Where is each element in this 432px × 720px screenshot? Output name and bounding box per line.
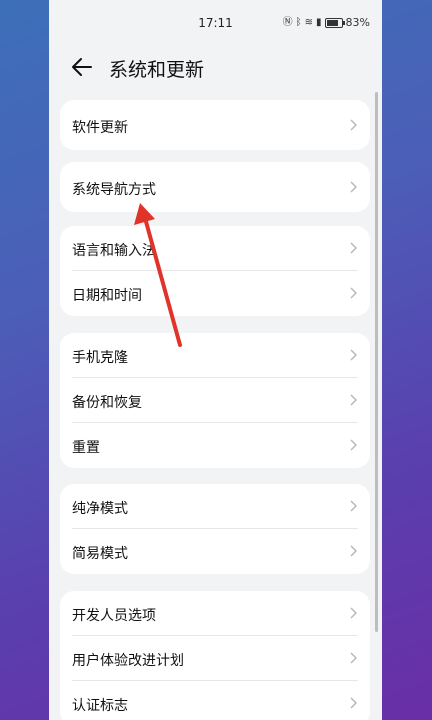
settings-item-certification-marks[interactable]: 认证标志 bbox=[60, 681, 370, 720]
item-label: 重置 bbox=[72, 440, 100, 456]
item-label: 简易模式 bbox=[72, 546, 128, 562]
settings-item-phone-clone[interactable]: 手机克隆 bbox=[60, 333, 370, 378]
chevron-right-icon bbox=[350, 607, 357, 619]
signal-icon: ▮ bbox=[316, 16, 322, 28]
item-label: 日期和时间 bbox=[72, 288, 142, 304]
settings-item-date-time[interactable]: 日期和时间 bbox=[60, 271, 370, 316]
settings-item-reset[interactable]: 重置 bbox=[60, 423, 370, 468]
chevron-right-icon bbox=[350, 439, 357, 451]
page-title: 系统和更新 bbox=[109, 59, 205, 81]
settings-item-language-input[interactable]: 语言和输入法 bbox=[60, 226, 370, 271]
item-label: 开发人员选项 bbox=[72, 608, 156, 624]
scrollbar[interactable] bbox=[375, 92, 378, 632]
battery-percent: 83% bbox=[345, 16, 370, 29]
item-label: 备份和恢复 bbox=[72, 395, 142, 411]
settings-card: 系统导航方式 bbox=[60, 162, 370, 212]
chevron-right-icon bbox=[350, 181, 357, 193]
back-arrow-icon[interactable] bbox=[69, 54, 95, 80]
settings-card: 语言和输入法 日期和时间 bbox=[60, 226, 370, 316]
settings-item-system-navigation[interactable]: 系统导航方式 bbox=[60, 162, 370, 212]
chevron-right-icon bbox=[350, 394, 357, 406]
battery-icon bbox=[324, 17, 345, 28]
chevron-right-icon bbox=[350, 545, 357, 557]
item-label: 手机克隆 bbox=[72, 350, 128, 366]
chevron-right-icon bbox=[350, 287, 357, 299]
item-label: 系统导航方式 bbox=[72, 182, 156, 198]
nfc-icon: Ⓝ bbox=[282, 16, 293, 28]
chevron-right-icon bbox=[350, 242, 357, 254]
chevron-right-icon bbox=[350, 652, 357, 664]
item-label: 纯净模式 bbox=[72, 501, 128, 517]
chevron-right-icon bbox=[350, 697, 357, 709]
settings-card: 软件更新 bbox=[60, 100, 370, 150]
settings-card: 纯净模式 简易模式 bbox=[60, 484, 370, 574]
phone-screen: 17:11 Ⓝ ᛒ ≋ ▮ 83% 系统和更新 软件更新 系统导航方式 语言和输… bbox=[49, 0, 382, 720]
settings-item-backup-restore[interactable]: 备份和恢复 bbox=[60, 378, 370, 423]
item-label: 认证标志 bbox=[72, 698, 128, 714]
item-label: 用户体验改进计划 bbox=[72, 653, 184, 669]
settings-item-developer-options[interactable]: 开发人员选项 bbox=[60, 591, 370, 636]
item-label: 软件更新 bbox=[72, 120, 128, 136]
status-icons: Ⓝ ᛒ ≋ ▮ 83% bbox=[283, 16, 370, 29]
wifi-icon: ≋ bbox=[304, 16, 314, 28]
chevron-right-icon bbox=[350, 500, 357, 512]
bluetooth-icon: ᛒ bbox=[295, 16, 302, 28]
settings-card: 手机克隆 备份和恢复 重置 bbox=[60, 333, 370, 468]
chevron-right-icon bbox=[350, 119, 357, 131]
settings-item-pure-mode[interactable]: 纯净模式 bbox=[60, 484, 370, 529]
status-bar: 17:11 Ⓝ ᛒ ≋ ▮ 83% bbox=[49, 0, 382, 44]
page-header: 系统和更新 bbox=[49, 50, 382, 84]
settings-card: 开发人员选项 用户体验改进计划 认证标志 bbox=[60, 591, 370, 720]
item-label: 语言和输入法 bbox=[72, 243, 156, 259]
settings-item-user-experience-program[interactable]: 用户体验改进计划 bbox=[60, 636, 370, 681]
chevron-right-icon bbox=[350, 349, 357, 361]
settings-item-software-update[interactable]: 软件更新 bbox=[60, 100, 370, 150]
settings-item-simple-mode[interactable]: 简易模式 bbox=[60, 529, 370, 574]
